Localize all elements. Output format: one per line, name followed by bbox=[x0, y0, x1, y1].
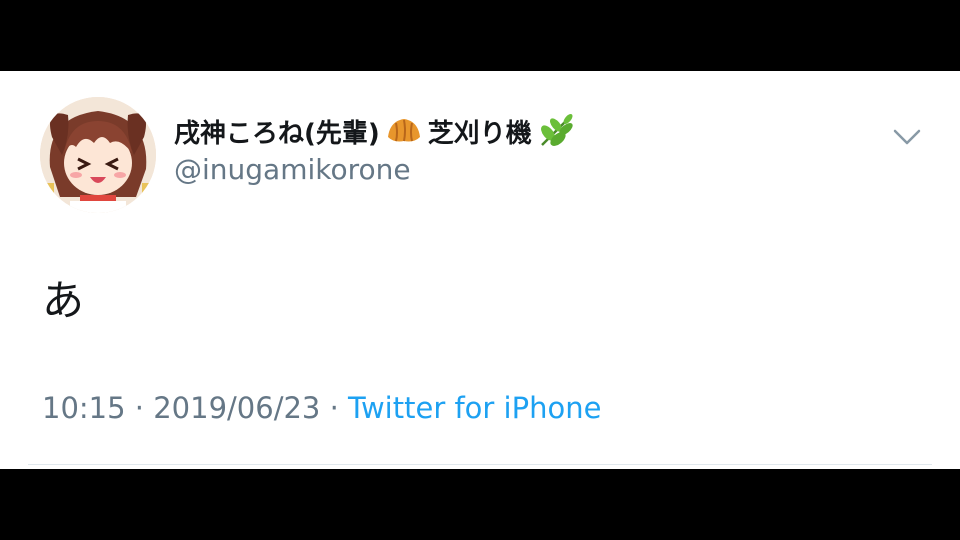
tweet-time: 10:15 bbox=[42, 391, 126, 425]
display-name[interactable]: 戌神ころね(先輩) 芝刈り機 bbox=[174, 111, 576, 151]
tweet-date: 2019/06/23 bbox=[153, 391, 321, 425]
meta-separator: · bbox=[134, 391, 145, 425]
user-handle[interactable]: @inugamikorone bbox=[174, 153, 411, 186]
croissant-icon bbox=[384, 113, 424, 149]
avatar[interactable] bbox=[40, 97, 156, 213]
herb-icon bbox=[536, 113, 576, 149]
display-name-text-2: 芝刈り機 bbox=[427, 118, 532, 149]
tweet-card: 戌神ころね(先輩) 芝刈り機 @inugamikorone あ 10:15 · … bbox=[0, 71, 960, 469]
divider bbox=[28, 464, 932, 465]
chevron-down-icon[interactable] bbox=[890, 123, 924, 151]
tweet-meta: 10:15 · 2019/06/23 · Twitter for iPhone bbox=[42, 391, 601, 425]
display-name-text: 戌神ころね(先輩) bbox=[174, 118, 380, 149]
tweet-source-link[interactable]: Twitter for iPhone bbox=[348, 391, 601, 425]
meta-separator: · bbox=[329, 391, 339, 425]
video-frame: 戌神ころね(先輩) 芝刈り機 @inugamikorone あ 10:15 · … bbox=[0, 0, 960, 540]
tweet-text: あ bbox=[42, 276, 85, 325]
